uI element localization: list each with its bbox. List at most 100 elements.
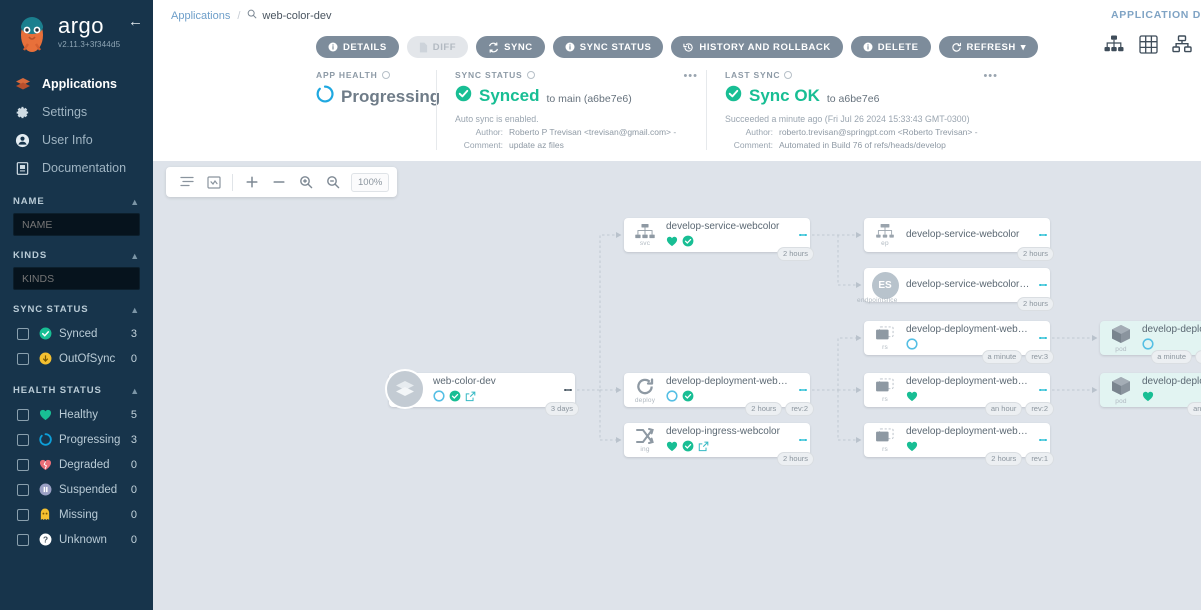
sidebar-item-documentation[interactable]: Documentation <box>0 154 153 182</box>
filter-kinds-header[interactable]: KINDS ▲ <box>13 250 140 267</box>
external-link-icon[interactable] <box>465 389 476 407</box>
filter-label: Unknown <box>59 533 107 546</box>
history-and-rollback-button[interactable]: HISTORY AND ROLLBACK <box>671 36 843 58</box>
ellipsis-icon[interactable]: ••• <box>683 70 698 82</box>
sidebar-item-applications[interactable]: Applications <box>0 70 153 98</box>
node-title: develop-deployment-webcolo... <box>906 426 1032 437</box>
graph-node-replicaset-rev3[interactable]: rs develop-deployment-webcolo... a minut… <box>864 321 1054 364</box>
filter-row-suspended[interactable]: Suspended 0 <box>13 477 140 502</box>
graph-node-application[interactable]: web-color-dev 3 days <box>385 369 579 416</box>
diff-button[interactable]: DIFF <box>406 36 469 58</box>
filter-label: OutOfSync <box>59 352 116 365</box>
chevron-up-icon[interactable]: ▲ <box>130 305 140 315</box>
node-kind: deploy <box>634 396 656 404</box>
filter-section-health-status: HEALTH STATUS ▲ Healthy 5 Progressing 3 <box>0 385 153 552</box>
filter-health-status-header[interactable]: HEALTH STATUS ▲ <box>13 385 140 402</box>
filter-row-degraded[interactable]: Degraded 0 <box>13 452 140 477</box>
checkbox[interactable] <box>17 533 29 546</box>
top-bar: Applications / web-color-dev APPLICATION… <box>153 0 1201 161</box>
node-badge: 3 days <box>544 402 579 416</box>
graph-node-endpointslice[interactable]: ES endpointslice develop-service-webcolo… <box>857 268 1054 311</box>
main-content: Applications / web-color-dev APPLICATION… <box>153 0 1201 610</box>
search-icon <box>247 9 257 22</box>
help-icon[interactable] <box>526 71 535 79</box>
chevron-up-icon[interactable]: ▲ <box>130 251 140 261</box>
arrow-left-icon[interactable]: ← <box>128 14 143 29</box>
help-icon[interactable] <box>784 71 793 79</box>
checkbox[interactable] <box>17 508 29 521</box>
external-link-icon[interactable] <box>698 439 709 457</box>
node-kind: svc <box>639 239 651 247</box>
node-badges: 3 days <box>544 402 579 416</box>
filter-name-header[interactable]: NAME ▲ <box>13 196 140 213</box>
breadcrumb-applications[interactable]: Applications <box>171 10 230 22</box>
filter-count: 3 <box>130 433 137 446</box>
delete-button[interactable]: DELETE <box>850 36 931 58</box>
filter-name-title: NAME <box>13 196 45 207</box>
filter-row-healthy[interactable]: Healthy 5 <box>13 402 140 427</box>
chevron-up-icon[interactable]: ▲ <box>130 386 140 396</box>
refresh-button[interactable]: REFRESH ▾ <box>938 36 1039 58</box>
node-body: develop-service-webcolor-npz... <box>906 279 1036 291</box>
network-view-icon[interactable] <box>1171 33 1193 55</box>
sync-icon <box>488 41 499 53</box>
filter-sync-status-header[interactable]: SYNC STATUS ▲ <box>13 304 140 321</box>
sidebar-item-user-info[interactable]: User Info <box>0 126 153 154</box>
graph-node-pod-creating[interactable]: pod develop-deployment-webcolo... a minu… <box>1100 321 1201 364</box>
sync-status-button[interactable]: SYNC STATUS <box>552 36 664 58</box>
synced-check-icon <box>455 85 472 107</box>
tree-view-icon[interactable] <box>1103 33 1125 55</box>
sidebar-brand[interactable]: argo v2.11.3+3f344d5 ← <box>0 0 153 58</box>
filter-kinds-title: KINDS <box>13 250 48 261</box>
tiles-view-icon[interactable] <box>1137 33 1159 55</box>
filter-row-synced[interactable]: Synced 3 <box>13 321 140 346</box>
checkbox[interactable] <box>17 433 29 446</box>
pod-icon: pod <box>1100 321 1142 355</box>
node-kind: endpointslice <box>857 297 898 304</box>
sync-status-author-row: Author: Roberto P Trevisan <trevisan@gma… <box>455 127 690 137</box>
kinds-filter-input[interactable] <box>13 267 140 290</box>
filter-row-unknown[interactable]: ? Unknown 0 <box>13 527 140 552</box>
graph-node-deployment[interactable]: deploy develop-deployment-webcolor 2 hou… <box>624 373 814 416</box>
comment-value: update az files <box>509 140 564 150</box>
graph-node-service[interactable]: svc develop-service-webcolor 2 hours <box>624 218 814 261</box>
node-badge: 2 hours <box>745 402 783 416</box>
filter-row-missing[interactable]: Missing 0 <box>13 502 140 527</box>
graph-node-ingress[interactable]: ing develop-ingress-webcolor 2 hours <box>624 423 814 466</box>
chevron-down-icon[interactable]: ▾ <box>1021 42 1026 53</box>
checkbox[interactable] <box>17 352 29 365</box>
graph-node-replicaset-rev1[interactable]: rs develop-deployment-webcolo... 2 hours <box>864 423 1054 466</box>
filter-row-outofsync[interactable]: OutOfSync 0 <box>13 346 140 371</box>
node-badge: containercreating <box>1195 350 1201 364</box>
progressing-circle-icon <box>38 433 52 447</box>
help-icon[interactable] <box>381 71 390 79</box>
replicaset-icon: rs <box>864 321 906 355</box>
sidebar-nav: Applications Settings User Info Document… <box>0 70 153 182</box>
graph-node-endpoints[interactable]: ep develop-service-webcolor 2 hours <box>864 218 1054 261</box>
view-mode-switcher <box>1103 33 1193 55</box>
chevron-up-icon[interactable]: ▲ <box>130 197 140 207</box>
filter-row-progressing[interactable]: Progressing 3 <box>13 427 140 452</box>
synced-check-icon <box>682 439 694 457</box>
ellipsis-icon[interactable]: ••• <box>983 70 998 82</box>
node-kind: rs <box>882 343 888 351</box>
filter-count: 0 <box>130 483 137 496</box>
sync-button[interactable]: SYNC <box>476 36 545 58</box>
checkbox[interactable] <box>17 327 29 340</box>
sidebar-item-settings[interactable]: Settings <box>0 98 153 126</box>
checkbox[interactable] <box>17 458 29 471</box>
node-body: web-color-dev <box>433 376 561 404</box>
node-kind: pod <box>1115 345 1127 353</box>
graph-node-pod-running[interactable]: pod develop-deployment-webcolo... an hou… <box>1100 373 1201 416</box>
node-title: develop-deployment-webcolo... <box>906 376 1032 387</box>
checkbox[interactable] <box>17 483 29 496</box>
brand-name: argo <box>58 13 105 38</box>
graph-node-replicaset-rev2[interactable]: rs develop-deployment-webcolo... an hour <box>864 373 1054 416</box>
last-sync-comment-row: Comment: Automated in Build 76 of refs/h… <box>725 140 990 150</box>
checkbox[interactable] <box>17 408 29 421</box>
node-kind: ep <box>881 239 889 247</box>
node-kind: rs <box>882 395 888 403</box>
name-filter-input[interactable] <box>13 213 140 236</box>
details-button[interactable]: DETAILS <box>316 36 399 58</box>
graph-canvas[interactable]: web-color-dev 3 days svc develop-service… <box>153 161 1201 610</box>
